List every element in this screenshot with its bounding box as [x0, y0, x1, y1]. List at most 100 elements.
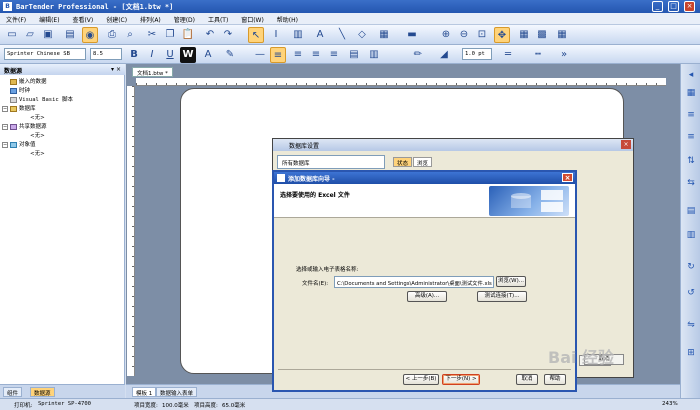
italic-icon[interactable]: I [144, 47, 160, 63]
font-size-select[interactable]: 8.5 [90, 48, 122, 60]
menu-administer[interactable]: 管理(D) [168, 13, 200, 24]
line-icon[interactable]: ╲ [334, 27, 350, 43]
menu-view[interactable]: 查看(V) [66, 13, 98, 24]
font-select[interactable]: Sprinter Chinese SB [4, 48, 86, 60]
pointer-icon[interactable]: ↖ [248, 27, 264, 43]
tree-item-none[interactable]: <无> [30, 149, 45, 157]
tree-item-none[interactable]: <无> [30, 113, 45, 121]
tree-item-object-values[interactable]: − 对象值 [2, 140, 36, 148]
picture-icon[interactable]: ▦ [376, 27, 392, 43]
tree-item-vbscript[interactable]: Visual Basic 脚本 [10, 95, 73, 103]
database-icon[interactable]: ◉ [82, 27, 98, 43]
page-setup-icon[interactable]: ▤ [62, 27, 78, 43]
document-tab[interactable]: 文档1.btw * [132, 67, 173, 77]
menu-file[interactable]: 文件(F) [0, 13, 31, 24]
undo-icon[interactable]: ↶ [202, 27, 218, 43]
toolbox-icon[interactable]: ▦ [684, 86, 698, 100]
distribute-icon[interactable]: ⇆ [684, 176, 698, 190]
rotate-icon[interactable]: ↺ [684, 286, 698, 300]
shape-icon[interactable]: ◇ [354, 27, 370, 43]
grid-toggle-icon[interactable]: ▦ [516, 27, 532, 43]
menu-window[interactable]: 窗口(W) [235, 13, 269, 24]
maximize-button[interactable]: □ [668, 1, 679, 12]
menu-tools[interactable]: 工具(T) [202, 13, 233, 24]
tab-template-1[interactable]: 模板 1 [132, 387, 157, 397]
align-tool-icon[interactable]: ≡ [684, 108, 698, 122]
tab-components[interactable]: 组件 [3, 387, 23, 397]
tab-status[interactable]: 状态 [393, 157, 413, 167]
object-grid-icon[interactable]: ▩ [534, 27, 550, 43]
border-line-icon[interactable]: — [252, 47, 268, 63]
paste-icon[interactable]: 📋 [180, 27, 196, 43]
tab-data-entry-form[interactable]: 数据输入表单 [156, 387, 198, 397]
order-icon[interactable]: ▥ [684, 228, 698, 242]
file-name-field[interactable]: C:\Documents and Settings\Administrator\… [334, 276, 494, 288]
menu-help[interactable]: 帮助(H) [271, 13, 303, 24]
align-right-icon[interactable]: ≡ [308, 47, 324, 63]
test-connection-button[interactable]: 测试连接(T)... [477, 291, 527, 302]
redo-icon[interactable]: ↷ [220, 27, 236, 43]
zoom-page-icon[interactable]: ⊡ [474, 27, 490, 43]
collapse-icon[interactable]: − [2, 123, 8, 130]
collapse-icon[interactable]: − [2, 141, 8, 148]
flip-icon[interactable]: ⇋ [684, 318, 698, 332]
distribute-icon[interactable]: ⇅ [684, 154, 698, 168]
tab-browse[interactable]: 浏览 [413, 157, 433, 167]
font-color-icon[interactable]: A [200, 47, 216, 63]
group-icon[interactable]: ⊞ [684, 346, 698, 360]
advanced-button[interactable]: 高级(A)... [407, 291, 447, 302]
zoom-out-icon[interactable]: ⊖ [456, 27, 472, 43]
text-fill-icon[interactable]: ▤ [346, 47, 362, 63]
tab-data-sources[interactable]: 数据源 [30, 387, 55, 397]
database-tree[interactable]: 所有数据库 [277, 155, 385, 169]
text-tool-icon[interactable]: I [268, 27, 284, 43]
cancel-button[interactable]: 取消 [516, 374, 538, 385]
close-button[interactable]: × [684, 1, 695, 12]
bold-icon[interactable]: B [126, 47, 142, 63]
new-icon[interactable]: ▭ [4, 27, 20, 43]
highlight-icon[interactable]: ✎ [222, 47, 238, 63]
panel-pin-close[interactable]: ▾ × [111, 66, 121, 73]
tree-item-clock[interactable]: 时钟 [10, 86, 30, 94]
ruler-grid-icon[interactable]: ▦ [554, 27, 570, 43]
justify-icon[interactable]: ≡ [326, 47, 342, 63]
line-color-icon[interactable]: ✏ [410, 47, 426, 63]
barcode-icon[interactable]: ▥ [290, 27, 306, 43]
help-button[interactable]: 帮助 [544, 374, 566, 385]
browse-button[interactable]: 浏览(W)... [496, 276, 526, 287]
close-icon[interactable]: × [621, 140, 631, 149]
line-style-icon[interactable]: ═ [500, 47, 516, 63]
dash-style-icon[interactable]: ┅ [530, 47, 546, 63]
menu-create[interactable]: 创建(C) [100, 13, 132, 24]
fill-color-icon[interactable]: ◢ [436, 47, 452, 63]
encoder-icon[interactable]: ▬ [404, 27, 420, 43]
tree-item-embedded-data[interactable]: 嵌入的数据 [10, 77, 47, 85]
underline-icon[interactable]: U [162, 47, 178, 63]
close-icon[interactable]: × [562, 173, 573, 182]
menu-arrange[interactable]: 排列(A) [134, 13, 166, 24]
align-tool-icon[interactable]: ≡ [684, 130, 698, 144]
word-wrap-icon[interactable]: W [180, 47, 196, 63]
next-button[interactable]: 下一步(N) > [442, 374, 480, 385]
zoom-fit-icon[interactable]: ✥ [494, 27, 510, 43]
cut-icon[interactable]: ✂ [144, 27, 160, 43]
menu-edit[interactable]: 编辑(E) [33, 13, 64, 24]
tree-item-shared-sources[interactable]: − 共享数据源 [2, 122, 47, 130]
rotate-icon[interactable]: ↻ [684, 260, 698, 274]
text-object-icon[interactable]: A [312, 27, 328, 43]
back-button[interactable]: < 上一步(B) [403, 374, 439, 385]
collapse-icon[interactable]: − [2, 105, 8, 112]
minimize-button[interactable]: _ [652, 1, 663, 12]
tree-item-database[interactable]: − 数据库 [2, 104, 36, 112]
print-icon[interactable]: ⎙ [104, 27, 120, 43]
align-left-icon[interactable]: ≡ [270, 47, 286, 63]
save-icon[interactable]: ▣ [40, 27, 56, 43]
line-width-select[interactable]: 1.0 pt [462, 48, 492, 60]
tree-item-none[interactable]: <无> [30, 131, 45, 139]
scroll-up-icon[interactable]: ◂ [684, 68, 698, 82]
align-center-icon[interactable]: ≡ [290, 47, 306, 63]
text-frame-icon[interactable]: ▥ [366, 47, 382, 63]
print-preview-icon[interactable]: ⌕ [122, 27, 138, 43]
copy-icon[interactable]: ❐ [162, 27, 178, 43]
open-icon[interactable]: ▱ [22, 27, 38, 43]
